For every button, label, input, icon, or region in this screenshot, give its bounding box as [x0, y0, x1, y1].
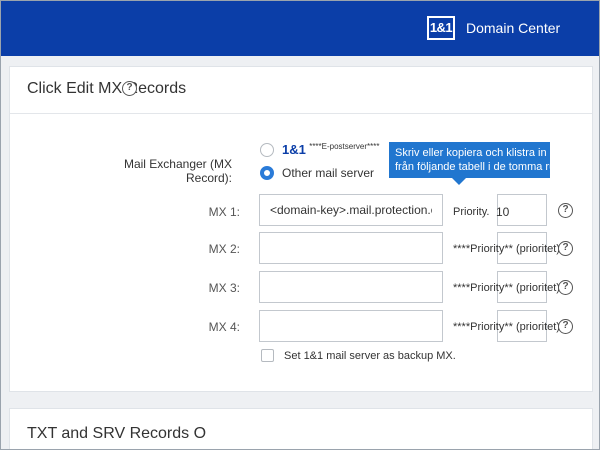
mx-panel-title: Click Edit MX Records — [27, 80, 187, 97]
mx-panel-header[interactable]: Click Edit MX Records ? — [10, 67, 592, 114]
question-circle-icon[interactable]: ? — [558, 280, 573, 295]
mx1-priority-label: Priority. — [453, 206, 490, 218]
radio-1and1-label: 1&1 ****E-postserver**** — [282, 142, 379, 157]
mail-exchanger-label: Mail Exchanger (MX Record): — [123, 157, 232, 185]
mx2-host-input[interactable] — [259, 232, 443, 264]
tooltip-line-2: från följande tabell i de tomma ru — [395, 161, 550, 173]
question-circle-icon[interactable]: ? — [558, 319, 573, 334]
mx-records-panel: Click Edit MX Records ? — [9, 66, 593, 392]
question-circle-icon[interactable]: ? — [122, 81, 137, 96]
radio-1and1-brand: 1&1 — [282, 142, 306, 157]
mx2-label: MX 2: — [208, 242, 240, 256]
tooltip-line-1: Skriv eller kopiera och klistra in — [395, 147, 547, 159]
question-circle-icon[interactable]: ? — [558, 203, 573, 218]
mx1-host-input[interactable] — [259, 194, 443, 226]
mx1-label: MX 1: — [208, 205, 240, 219]
txt-panel-header[interactable]: TXT and SRV Records O — [10, 409, 592, 450]
mx4-host-input[interactable] — [259, 310, 443, 342]
mx3-label: MX 3: — [208, 281, 240, 295]
top-bar: 1&1 Domain Center — [0, 0, 600, 56]
radio-other-label: Other mail server — [282, 166, 375, 180]
question-circle-icon[interactable]: ? — [558, 241, 573, 256]
txt-panel-title: TXT and SRV Records O — [27, 425, 207, 442]
instruction-tooltip: Skriv eller kopiera och klistra in från … — [389, 142, 550, 178]
backup-mx-label: Set 1&1 mail server as backup MX. — [284, 350, 456, 362]
mx4-label: MX 4: — [208, 320, 240, 334]
backup-mx-checkbox[interactable] — [261, 349, 274, 362]
txt-srv-panel: TXT and SRV Records O — [9, 408, 593, 450]
mx1-priority-value: 10 — [496, 205, 510, 219]
mx2-priority-label: ****Priority** (prioritet) — [453, 243, 560, 255]
radio-1and1-note: ****E-postserver**** — [309, 142, 380, 151]
app-title: Domain Center — [466, 20, 561, 36]
radio-1and1-mail-server[interactable] — [260, 143, 274, 157]
brand-logo[interactable]: 1&1 — [427, 16, 455, 40]
tooltip-arrow — [452, 178, 466, 185]
mx3-priority-label: ****Priority** (prioritet) — [453, 282, 560, 294]
radio-other-mail-server[interactable] — [260, 166, 274, 180]
mx4-priority-label: ****Priority** (prioritet) — [453, 321, 560, 333]
mx3-host-input[interactable] — [259, 271, 443, 303]
